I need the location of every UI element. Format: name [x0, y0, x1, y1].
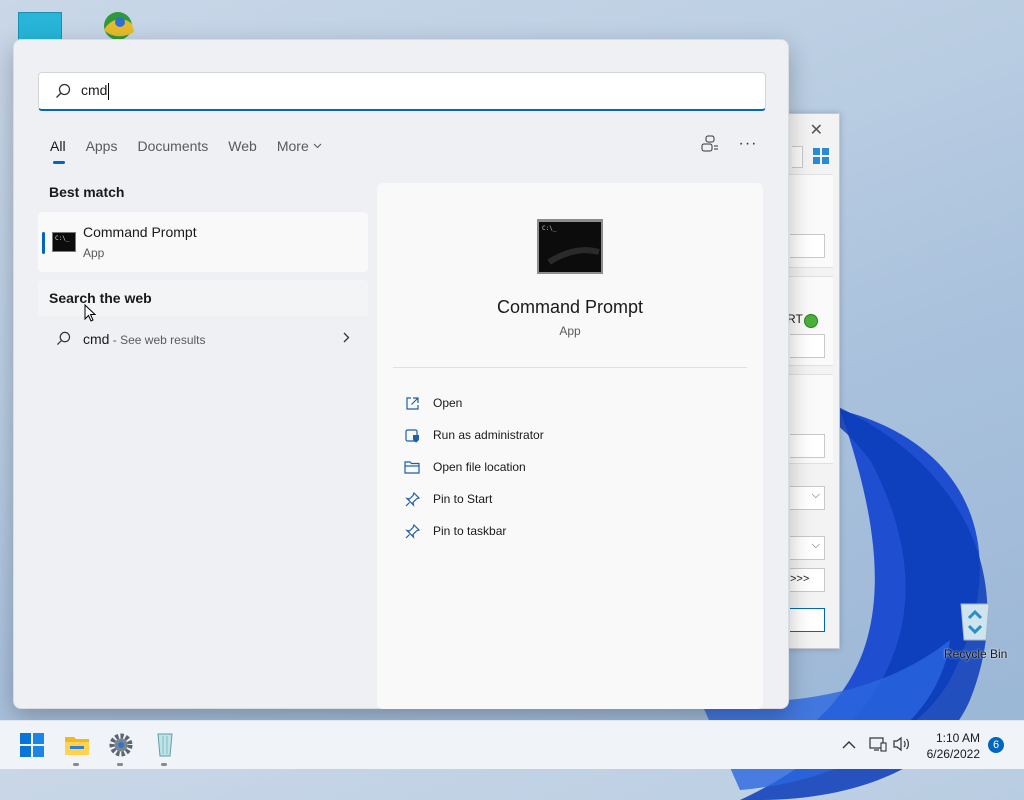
tab-apps[interactable]: Apps [86, 138, 118, 164]
status-indicator-icon [804, 314, 818, 328]
folder-icon [65, 737, 89, 755]
taskbar: 1:10 AM 6/26/2022 6 [0, 720, 1024, 769]
tab-more-label: More [276, 138, 309, 154]
search-box[interactable]: cmd [38, 72, 766, 111]
search-tabs: All Apps Documents Web More [50, 138, 322, 164]
running-indicator [161, 763, 167, 766]
svg-text:C:\_: C:\_ [542, 225, 557, 232]
web-search-result[interactable]: cmd - See web results [38, 318, 368, 358]
settings-button[interactable] [107, 731, 135, 766]
shield-admin-icon [403, 426, 421, 444]
action-open[interactable]: Open [403, 387, 544, 419]
volume-icon[interactable] [893, 736, 911, 757]
search-icon [56, 83, 71, 98]
action-pin-to-taskbar-label: Pin to taskbar [433, 524, 507, 538]
action-pin-to-taskbar[interactable]: Pin to taskbar [403, 515, 544, 547]
gear-icon [109, 733, 133, 757]
detail-title: Command Prompt [496, 297, 644, 317]
start-search-flyout: cmd All Apps Documents Web More ··· Best… [13, 39, 789, 709]
running-indicator [117, 763, 123, 766]
recycle-bin-label: Recycle Bin [944, 647, 1008, 661]
status-label: RT [787, 312, 803, 326]
svg-text:C:\_: C:\_ [55, 235, 70, 242]
start-button[interactable] [18, 731, 46, 759]
clock-date: 6/26/2022 [926, 747, 980, 761]
dropdown-field[interactable]: ⌵ [790, 486, 825, 510]
result-detail-pane: C:\_ Command Prompt App Open Run as admi… [377, 183, 763, 709]
recycle-app-button[interactable] [151, 731, 179, 766]
switch-account-icon[interactable] [700, 134, 720, 154]
command-prompt-icon: C:\_ [52, 232, 76, 252]
more-options-icon[interactable]: ··· [738, 134, 758, 154]
globe-download-icon [104, 12, 134, 40]
best-match-name: Command Prompt [83, 224, 197, 240]
tab-documents[interactable]: Documents [137, 138, 208, 164]
folder-icon [403, 458, 421, 476]
search-web-heading: Search the web [49, 290, 152, 306]
action-open-file-location[interactable]: Open file location [403, 451, 544, 483]
web-results-hint: - See web results [109, 333, 206, 347]
action-run-as-administrator[interactable]: Run as administrator [403, 419, 544, 451]
best-match-heading: Best match [49, 184, 125, 200]
tab-all[interactable]: All [50, 138, 66, 164]
detail-type: App [559, 324, 581, 338]
search-input[interactable]: cmd [81, 82, 110, 100]
divider [393, 367, 747, 368]
chevron-down-icon [313, 143, 322, 149]
search-icon [56, 331, 71, 346]
app-icon [157, 733, 173, 757]
action-button[interactable] [790, 608, 825, 632]
pin-icon [403, 522, 421, 540]
show-hidden-icons-chevron-up-icon[interactable] [842, 736, 856, 754]
chevron-right-icon [343, 332, 350, 343]
action-run-as-administrator-label: Run as administrator [433, 428, 544, 442]
system-clock[interactable]: 1:10 AM 6/26/2022 [927, 730, 980, 762]
search-web-section: Search the web [38, 280, 368, 322]
command-prompt-icon: C:\_ [537, 219, 603, 274]
action-open-file-location-label: Open file location [433, 460, 526, 474]
notification-badge[interactable]: 6 [988, 737, 1004, 753]
detail-actions: Open Run as administrator Open file loca… [403, 387, 544, 547]
next-button[interactable]: >>> [790, 568, 825, 592]
desktop-icon-monitor[interactable] [18, 12, 62, 42]
windows-logo-icon [813, 148, 829, 164]
best-match-type: App [83, 246, 105, 260]
action-pin-to-start-label: Pin to Start [433, 492, 493, 506]
tab-web[interactable]: Web [228, 138, 257, 164]
background-window: ✕ RT ⌵ ⌵ >>> [786, 113, 840, 649]
pin-icon [403, 490, 421, 508]
clock-time: 1:10 AM [935, 731, 980, 745]
windows-logo-icon [20, 733, 44, 757]
close-icon[interactable]: ✕ [810, 120, 823, 140]
action-open-label: Open [433, 396, 463, 410]
recycle-bin-icon[interactable] [955, 600, 995, 642]
running-indicator [73, 763, 79, 766]
dropdown-field[interactable]: ⌵ [790, 536, 825, 560]
desktop-icon-downloader[interactable] [94, 8, 138, 40]
network-icon[interactable] [869, 736, 887, 757]
open-external-icon [403, 394, 421, 412]
file-explorer-button[interactable] [63, 731, 91, 766]
action-pin-to-start[interactable]: Pin to Start [403, 483, 544, 515]
web-query: cmd [83, 331, 110, 347]
selection-indicator [42, 232, 45, 254]
best-match-item[interactable]: C:\_ Command Prompt App [38, 212, 368, 272]
tab-more[interactable]: More [277, 138, 322, 164]
